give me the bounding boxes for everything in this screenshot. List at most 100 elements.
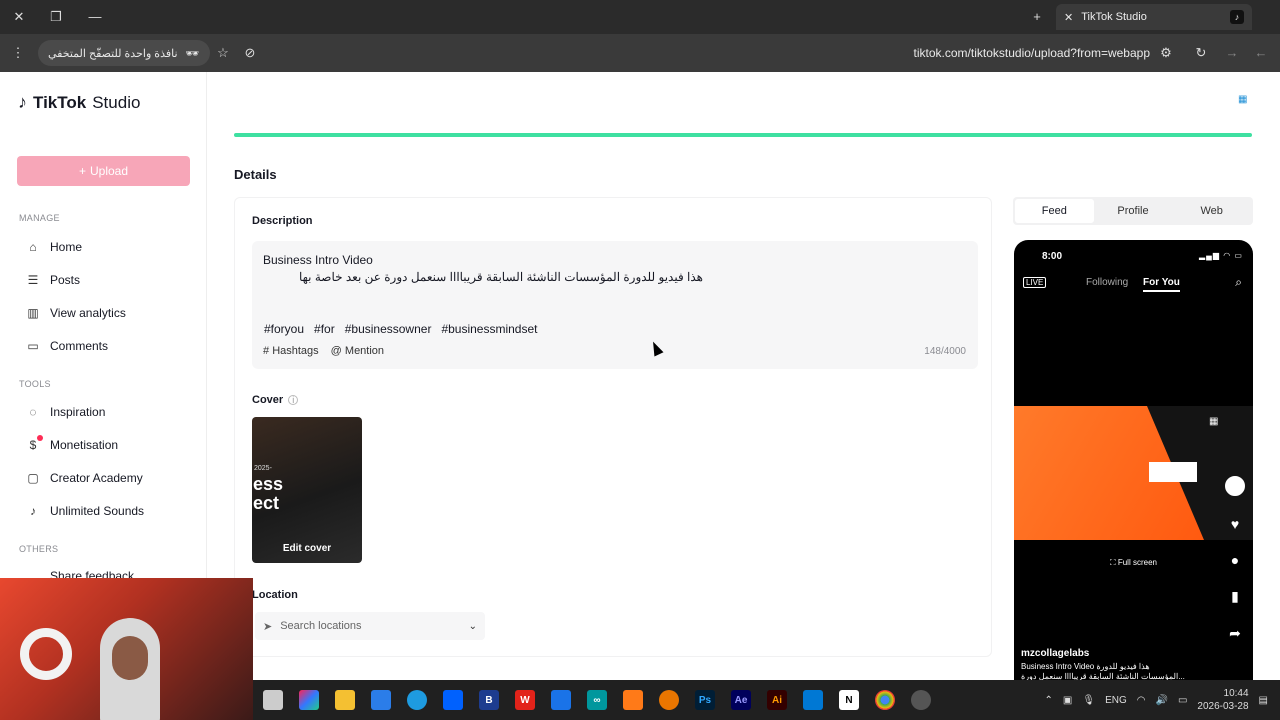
back-icon[interactable]: ← [1252,44,1270,62]
taskview-icon[interactable] [263,690,283,710]
mention-label: Mention [344,345,385,357]
logo-brand: TikTok [33,92,87,112]
sidebar-item-analytics[interactable]: ▥ View analytics [26,301,196,325]
store-icon[interactable] [371,690,391,710]
incognito-badge[interactable]: 🕶 نافذة واحدة للتصفّح المتخفي [38,40,210,66]
edit-cover-button[interactable]: Edit cover [252,543,362,554]
minimize-window-icon[interactable]: — [86,8,104,26]
cover-label-text: Cover [252,394,284,406]
tab-close-icon[interactable]: ✕ [1064,11,1073,24]
volume-icon[interactable]: 🔊 [1155,695,1167,706]
tiktok-studio-logo[interactable]: ♪ TikTok Studio [18,92,140,113]
hashtag: #businessmindset [441,322,538,336]
description-editor[interactable]: Business Intro Video هذا فيديو للدورة ال… [252,241,978,369]
dropbox-icon[interactable] [443,690,463,710]
url-text[interactable]: tiktok.com/tiktokstudio/upload?from=weba… [860,46,1150,60]
battery-icon[interactable]: ▭ [1178,695,1187,706]
site-settings-icon[interactable]: ⚙ [1157,44,1175,62]
wps-icon[interactable]: W [515,690,535,710]
location-pin-icon: ➤ [263,620,273,633]
sidebar-item-sounds[interactable]: ♪ Unlimited Sounds [26,499,196,523]
hashtags-button[interactable]: # Hashtags [263,345,319,357]
language-indicator[interactable]: ENG [1105,695,1127,706]
eye-off-icon[interactable]: ⊘ [241,44,259,62]
cover-label: Cover i [252,394,299,406]
photoshop-icon[interactable]: Ps [695,690,715,710]
location-search[interactable]: ➤ Search locations ⌄ [255,612,485,640]
menu-dots-icon[interactable]: ⋮ [9,44,27,62]
arduino-icon[interactable]: ∞ [587,690,607,710]
tab-feed[interactable]: Feed [1015,199,1094,223]
cover-text-line: ess [253,474,284,494]
description-tools: # Hashtags @ Mention [263,345,384,357]
wifi-icon[interactable]: ◠ [1137,695,1146,706]
sidebar-item-label: Posts [50,273,81,287]
browser-tab[interactable]: ✕ TikTok Studio ♪ [1056,4,1252,30]
illustrator-icon[interactable]: Ai [767,690,787,710]
new-tab-icon[interactable]: + [1028,8,1046,26]
info-icon[interactable]: i [288,395,299,405]
outlook-icon[interactable] [551,690,571,710]
forward-icon[interactable]: → [1223,44,1241,62]
description-label: Description [252,215,313,227]
bookmark-icon: ▮ [1231,588,1239,604]
taskbar: B W ∞ Ps Ae Ai N ⌃ ▣ 🎙 ENG ◠ 🔊 ▭ 10:44 2… [253,680,1280,720]
tab-web[interactable]: Web [1172,199,1251,223]
sidebar-item-inspiration[interactable]: ◌ Inspiration [26,400,196,424]
sidebar-item-posts[interactable]: ☰ Posts [26,268,196,292]
phone-preview: 8:00 ▂▄▆ ◠ ▭ LIVE Following For You ⌕ ▦ … [1014,240,1253,720]
chrome-icon[interactable] [875,690,895,710]
notion-icon[interactable]: N [839,690,859,710]
microphone-icon[interactable]: 🎙 [1082,695,1095,706]
mention-button[interactable]: @ Mention [331,345,384,357]
cover-thumbnail[interactable]: 2025- ess ect Edit cover [252,417,362,563]
after-effects-icon[interactable]: Ae [731,690,751,710]
upload-progress-bar [234,133,1252,137]
plus-icon: + [78,164,86,178]
sidebar-item-academy[interactable]: ▢ Creator Academy [26,466,196,490]
details-heading: Details [234,167,277,182]
reload-icon[interactable]: ↻ [1192,44,1210,62]
sidebar-item-home[interactable]: ⌂ Home [26,235,196,259]
blender-icon[interactable] [659,690,679,710]
edge-icon[interactable] [407,690,427,710]
description-line-1: Business Intro Video [263,253,373,267]
sidebar-item-monetisation[interactable]: $ Monetisation [26,433,196,457]
incognito-icon: 🕶 [185,47,200,60]
cover-year: 2025- [254,465,272,472]
avatar [1225,476,1245,496]
home-icon: ⌂ [29,240,37,254]
location-label: Location [252,589,298,601]
logo-suffix: Studio [92,92,141,112]
hashtag-list: #foryou #for #businessowner #businessmin… [264,322,538,336]
copilot-icon[interactable] [299,690,319,710]
upload-label: Upload [89,164,129,178]
tab-profile[interactable]: Profile [1094,199,1173,223]
clock[interactable]: 10:44 2026-03-28 [1197,687,1248,713]
lightbulb-icon: ◌ [29,405,37,419]
description-line-2: هذا فيديو للدورة المؤسسات الناشئة السابق… [298,270,703,284]
tray-app-icon[interactable]: ▣ [1063,695,1072,706]
matlab-icon[interactable] [623,690,643,710]
section-manage: MANAGE [19,213,60,223]
details-card: Description Business Intro Video هذا فيد… [234,197,992,657]
bookmark-star-icon[interactable]: ☆ [214,44,232,62]
restore-window-icon[interactable]: ❐ [47,8,65,26]
chevron-up-icon[interactable]: ⌃ [1045,695,1053,706]
close-window-icon[interactable]: ✕ [10,8,28,26]
chevron-down-icon: ⌄ [468,620,477,632]
vscode-icon[interactable] [803,690,823,710]
sidebar-item-label: View analytics [50,306,126,320]
section-others: OTHERS [19,544,59,554]
system-tray: ⌃ ▣ 🎙 ENG ◠ 🔊 ▭ 10:44 2026-03-28 ▤ [1045,680,1268,720]
browser-titlebar: ✕ ❐ — + ✕ TikTok Studio ♪ [0,0,1280,34]
upload-button[interactable]: + Upload [17,156,190,186]
comment-bubble-icon: ● [1230,552,1240,568]
file-explorer-icon[interactable] [335,690,355,710]
account-avatar-icon[interactable]: ▦ [1238,94,1252,108]
sidebar-item-comments[interactable]: ▭ Comments [26,334,196,358]
chrome-incognito-icon[interactable] [911,690,931,710]
b-app-icon[interactable]: B [479,690,499,710]
notifications-icon[interactable]: ▤ [1259,695,1268,706]
webcam-person-face [112,636,148,680]
